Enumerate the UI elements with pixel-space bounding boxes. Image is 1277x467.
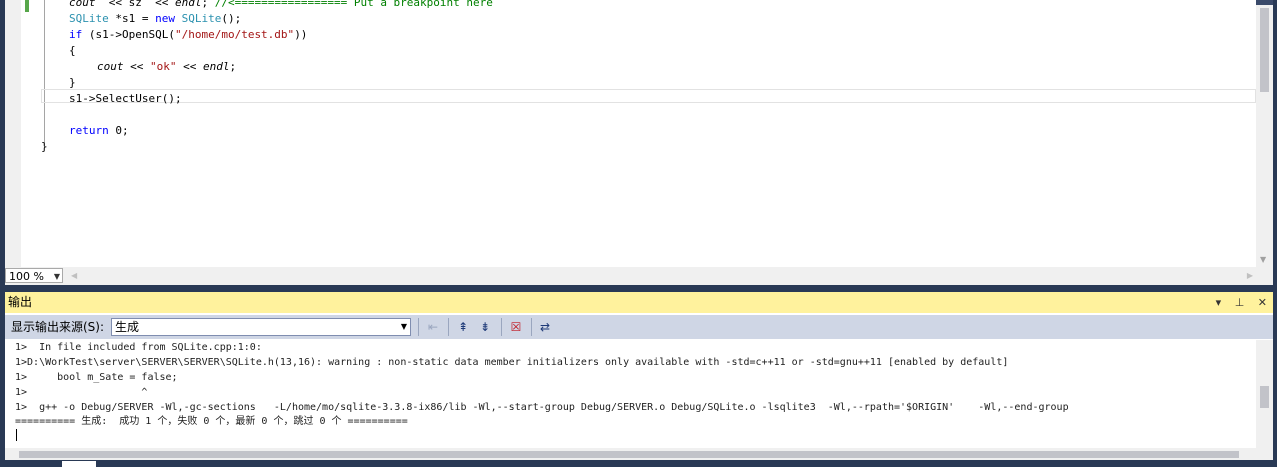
scroll-right-icon[interactable]: ▶ bbox=[1247, 269, 1253, 283]
output-line: ========== 生成: 成功 1 个，失败 0 个，最新 0 个，跳过 0… bbox=[15, 416, 408, 427]
toolbar-separator bbox=[501, 318, 502, 336]
code-line[interactable]: { bbox=[69, 43, 76, 59]
code-line[interactable]: } bbox=[41, 139, 48, 155]
tab-output[interactable] bbox=[62, 461, 96, 467]
output-line: 1> ^ bbox=[15, 387, 148, 398]
output-vscroll-thumb[interactable] bbox=[1260, 386, 1269, 408]
code-line[interactable]: return 0; bbox=[69, 123, 129, 139]
code-line[interactable]: } bbox=[69, 75, 76, 91]
text-cursor bbox=[16, 429, 17, 441]
code-line[interactable]: SQLite *s1 = new SQLite(); bbox=[69, 11, 241, 27]
code-line[interactable]: cout << "ok" << endl; bbox=[97, 59, 236, 75]
zoom-select[interactable]: 100 % ▼ bbox=[5, 268, 63, 283]
go-to-message-icon[interactable]: ⇤ bbox=[424, 318, 442, 336]
output-titlebar[interactable]: 输出 ▾ ⊥ ✕ bbox=[5, 292, 1273, 313]
current-line-highlight bbox=[41, 89, 1256, 103]
code-area[interactable]: cout << sz << endl; //<=================… bbox=[41, 0, 1256, 267]
scroll-down-icon[interactable]: ▼ bbox=[1260, 255, 1266, 264]
next-message-icon[interactable]: ⇟ bbox=[476, 318, 494, 336]
toolbar-separator bbox=[418, 318, 419, 336]
chevron-down-icon[interactable]: ▼ bbox=[401, 319, 407, 335]
output-window: 输出 ▾ ⊥ ✕ 显示输出来源(S): 生成 ▼ ⇤ ⇞ ⇟ ☒ ⇄ 1> In… bbox=[5, 292, 1273, 460]
editor-horizontal-scrollbar[interactable]: ◀ ▶ bbox=[67, 269, 1257, 283]
indicator-margin[interactable] bbox=[5, 0, 21, 267]
clear-all-icon[interactable]: ☒ bbox=[507, 318, 525, 336]
code-line[interactable]: if (s1->OpenSQL("/home/mo/test.db")) bbox=[69, 27, 307, 43]
word-wrap-icon[interactable]: ⇄ bbox=[536, 318, 554, 336]
editor-vertical-scrollbar[interactable]: ▼ bbox=[1256, 0, 1273, 267]
output-hscroll-thumb[interactable] bbox=[19, 451, 1239, 458]
output-line: 1>D:\WorkTest\server\SERVER\SERVER\SQLit… bbox=[15, 357, 1009, 368]
output-vertical-scrollbar[interactable] bbox=[1256, 340, 1273, 448]
scroll-left-icon[interactable]: ◀ bbox=[71, 269, 77, 283]
pin-icon[interactable]: ⊥ bbox=[1235, 296, 1245, 309]
window-position-dropdown-icon[interactable]: ▾ bbox=[1216, 296, 1222, 309]
output-title: 输出 bbox=[8, 295, 33, 309]
zoom-value: 100 % bbox=[9, 270, 44, 283]
output-source-value: 生成 bbox=[115, 320, 140, 334]
toolbar-separator bbox=[448, 318, 449, 336]
outline-fold-line bbox=[44, 0, 45, 145]
change-tracking-bar bbox=[25, 0, 29, 12]
code-line[interactable]: cout << sz << endl; //<=================… bbox=[69, 0, 493, 11]
source-label: 显示输出来源(S): bbox=[11, 320, 105, 334]
close-icon[interactable]: ✕ bbox=[1258, 296, 1267, 309]
output-horizontal-scrollbar[interactable] bbox=[5, 448, 1273, 460]
toolbar-separator bbox=[531, 318, 532, 336]
output-line: 1> In file included from SQLite.cpp:1:0: bbox=[15, 342, 262, 353]
output-line: 1> bool m_Sate = false; bbox=[15, 372, 178, 383]
output-toolbar: 显示输出来源(S): 生成 ▼ ⇤ ⇞ ⇟ ☒ ⇄ bbox=[5, 315, 1273, 339]
code-line[interactable]: s1->SelectUser(); bbox=[69, 91, 182, 107]
chevron-down-icon[interactable]: ▼ bbox=[54, 269, 60, 284]
editor-status-strip: 100 % ▼ ◀ ▶ bbox=[5, 267, 1273, 285]
output-text-area[interactable]: 1> In file included from SQLite.cpp:1:0:… bbox=[5, 340, 1256, 448]
code-editor[interactable]: cout << sz << endl; //<=================… bbox=[5, 0, 1273, 285]
editor-vscroll-thumb[interactable] bbox=[1260, 8, 1269, 92]
previous-message-icon[interactable]: ⇞ bbox=[454, 318, 472, 336]
output-line: 1> g++ -o Debug/SERVER -Wl,-gc-sections … bbox=[15, 402, 1069, 413]
bottom-tab-strip bbox=[0, 460, 1277, 467]
output-source-select[interactable]: 生成 ▼ bbox=[111, 318, 411, 336]
scroll-map-marker bbox=[1256, 0, 1273, 5]
